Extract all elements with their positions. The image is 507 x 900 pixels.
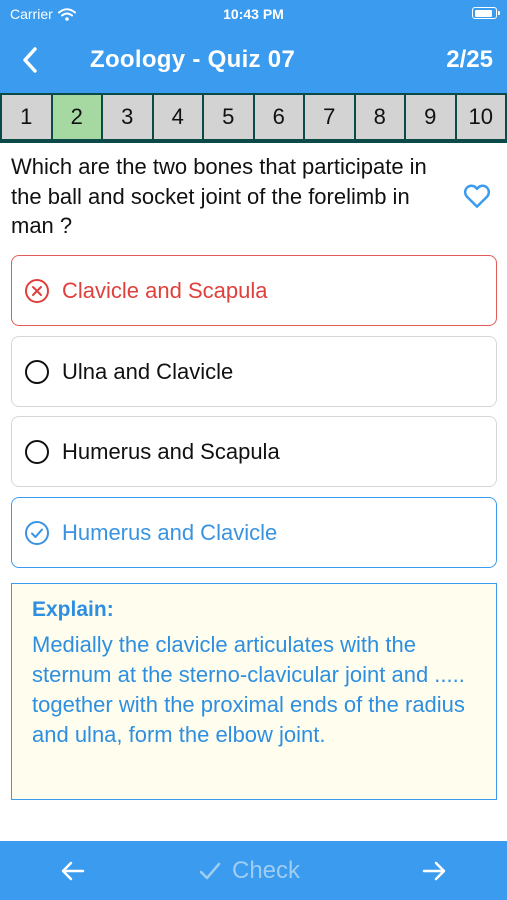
nav-bar: Zoology - Quiz 07 2/25 [0,38,507,82]
option-status-icon [24,439,50,465]
question-nav-item-10[interactable]: 10 [454,93,507,141]
option-label: Ulna and Clavicle [62,358,234,384]
check-button[interactable]: Check [198,855,300,887]
question-nav-item-7[interactable]: 7 [303,93,354,141]
status-time: 10:43 PM [223,6,284,22]
check-button-label: Check [232,857,301,884]
option-status-icon [24,520,50,546]
answer-option-3[interactable]: Humerus and Scapula [11,416,497,487]
bottom-toolbar: Check [0,841,507,900]
next-question-button[interactable] [418,855,450,887]
x-circle-icon [25,278,49,303]
previous-question-button[interactable] [57,855,89,887]
option-label: Humerus and Scapula [62,438,280,464]
radio-empty-icon [25,439,49,464]
question-progress: 2/25 [446,46,493,73]
question-nav-item-1[interactable]: 1 [0,93,51,141]
answer-option-4[interactable]: Humerus and Clavicle [11,497,497,568]
quiz-title: Zoology - Quiz 07 [90,46,296,73]
battery-icon [472,7,500,19]
answer-option-2[interactable]: Ulna and Clavicle [11,336,497,407]
question-nav-item-9[interactable]: 9 [404,93,455,141]
explanation-text: Medially the clavicle articulates with t… [32,632,465,747]
option-status-icon [24,278,50,304]
arrow-right-icon [422,861,446,881]
question-text: Which are the two bones that participate… [11,154,427,238]
check-circle-icon [25,520,49,545]
app-header: Carrier 10:43 PM Zoology - Quiz 07 2/25 [0,0,507,93]
heart-outline-icon [463,184,491,208]
option-status-icon [24,359,50,385]
battery-level [474,9,493,17]
radio-empty-icon [25,359,49,384]
explanation-panel: Explain: Medially the clavicle articulat… [11,583,497,800]
question-nav-item-5[interactable]: 5 [202,93,253,141]
option-label: Humerus and Clavicle [62,519,278,545]
question-navigator: 1 2 3 4 5 6 7 8 9 10 [0,93,507,143]
back-button[interactable] [14,44,46,76]
question-nav-item-2[interactable]: 2 [50,93,101,141]
status-bar: Carrier 10:43 PM [0,0,507,28]
answer-option-1[interactable]: Clavicle and Scapula [11,255,497,326]
question-nav-item-4[interactable]: 4 [151,93,202,141]
checkmark-icon [199,862,221,880]
question-nav-item-8[interactable]: 8 [353,93,404,141]
option-label: Clavicle and Scapula [62,277,268,303]
favorite-button[interactable] [462,181,492,211]
chevron-left-icon [23,47,37,73]
arrow-left-icon [61,861,85,881]
question-nav-item-6[interactable]: 6 [252,93,303,141]
question-nav-item-3[interactable]: 3 [101,93,152,141]
explanation-title: Explain: [32,598,114,621]
